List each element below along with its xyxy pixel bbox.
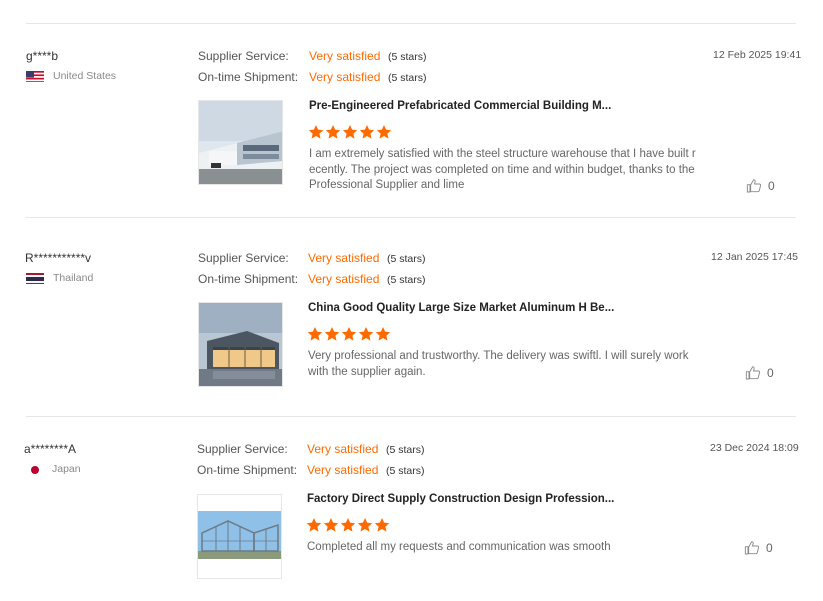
star-icon <box>323 518 339 532</box>
star-icon <box>306 518 322 532</box>
reviewer-country: Japan <box>52 463 81 475</box>
like-button[interactable]: 0 <box>745 365 774 381</box>
review-comment: Completed all my requests and communicat… <box>307 541 611 553</box>
ontime-shipment-label: On-time Shipment: <box>197 463 298 477</box>
thailand-flag-icon <box>26 272 44 284</box>
supplier-service-stars: (5 stars) <box>386 444 425 456</box>
review-date: 12 Feb 2025 19:41 <box>713 49 802 61</box>
review-comment: I am extremely satisfied with the steel … <box>309 148 696 191</box>
star-icon <box>357 518 373 532</box>
review-date: 23 Dec 2024 18:09 <box>710 442 799 454</box>
star-icon <box>359 125 375 139</box>
product-title[interactable]: Factory Direct Supply Construction Desig… <box>307 493 614 505</box>
supplier-service-rating: Very satisfied <box>308 251 380 265</box>
ontime-shipment-label: On-time Shipment: <box>198 70 299 84</box>
product-rating-stars <box>306 517 390 533</box>
star-icon <box>307 327 323 341</box>
reviewer-name: R***********v <box>25 251 92 265</box>
supplier-service-label: Supplier Service: <box>198 49 289 63</box>
like-count: 0 <box>768 179 775 193</box>
ontime-shipment-rating: Very satisfied <box>308 272 380 286</box>
star-icon <box>324 327 340 341</box>
divider <box>26 416 796 417</box>
review-date: 12 Jan 2025 17:45 <box>711 251 798 263</box>
star-icon <box>358 327 374 341</box>
like-count: 0 <box>767 366 774 380</box>
supplier-service-label: Supplier Service: <box>198 251 289 265</box>
product-title[interactable]: Pre-Engineered Prefabricated Commercial … <box>309 100 611 112</box>
japan-flag-icon <box>26 463 44 475</box>
product-image[interactable] <box>197 494 282 579</box>
star-icon <box>325 125 341 139</box>
star-icon <box>341 327 357 341</box>
supplier-service-stars: (5 stars) <box>388 51 427 63</box>
star-icon <box>375 327 391 341</box>
supplier-service-stars: (5 stars) <box>387 253 426 265</box>
review-comment: Very professional and trustworthy. The d… <box>308 350 689 378</box>
star-icon <box>374 518 390 532</box>
thumbs-up-icon <box>745 366 761 380</box>
supplier-service-rating: Very satisfied <box>309 49 381 63</box>
star-icon <box>376 125 392 139</box>
reviewer-name: g****b <box>26 49 59 63</box>
reviewer-country: Thailand <box>53 272 94 284</box>
thumbs-up-icon <box>746 179 762 193</box>
thumbs-up-icon <box>744 541 760 555</box>
product-rating-stars <box>308 124 392 140</box>
ontime-shipment-stars: (5 stars) <box>388 72 427 84</box>
like-count: 0 <box>766 541 773 555</box>
product-image[interactable] <box>198 302 283 387</box>
reviewer-country: United States <box>53 70 117 82</box>
like-button[interactable]: 0 <box>744 540 773 556</box>
ontime-shipment-label: On-time Shipment: <box>198 272 299 286</box>
us-flag-icon <box>26 70 44 82</box>
star-icon <box>342 125 358 139</box>
divider <box>26 23 796 24</box>
star-icon <box>340 518 356 532</box>
product-title[interactable]: China Good Quality Large Size Market Alu… <box>308 302 614 314</box>
star-icon <box>308 125 324 139</box>
product-image[interactable] <box>198 100 283 185</box>
ontime-shipment-stars: (5 stars) <box>386 465 425 477</box>
ontime-shipment-stars: (5 stars) <box>387 274 426 286</box>
supplier-service-rating: Very satisfied <box>307 442 379 456</box>
like-button[interactable]: 0 <box>746 178 775 194</box>
divider <box>26 217 796 218</box>
supplier-service-label: Supplier Service: <box>197 442 288 456</box>
reviewer-name: a********A <box>24 442 77 456</box>
ontime-shipment-rating: Very satisfied <box>309 70 381 84</box>
ontime-shipment-rating: Very satisfied <box>307 463 379 477</box>
product-rating-stars <box>307 326 391 342</box>
